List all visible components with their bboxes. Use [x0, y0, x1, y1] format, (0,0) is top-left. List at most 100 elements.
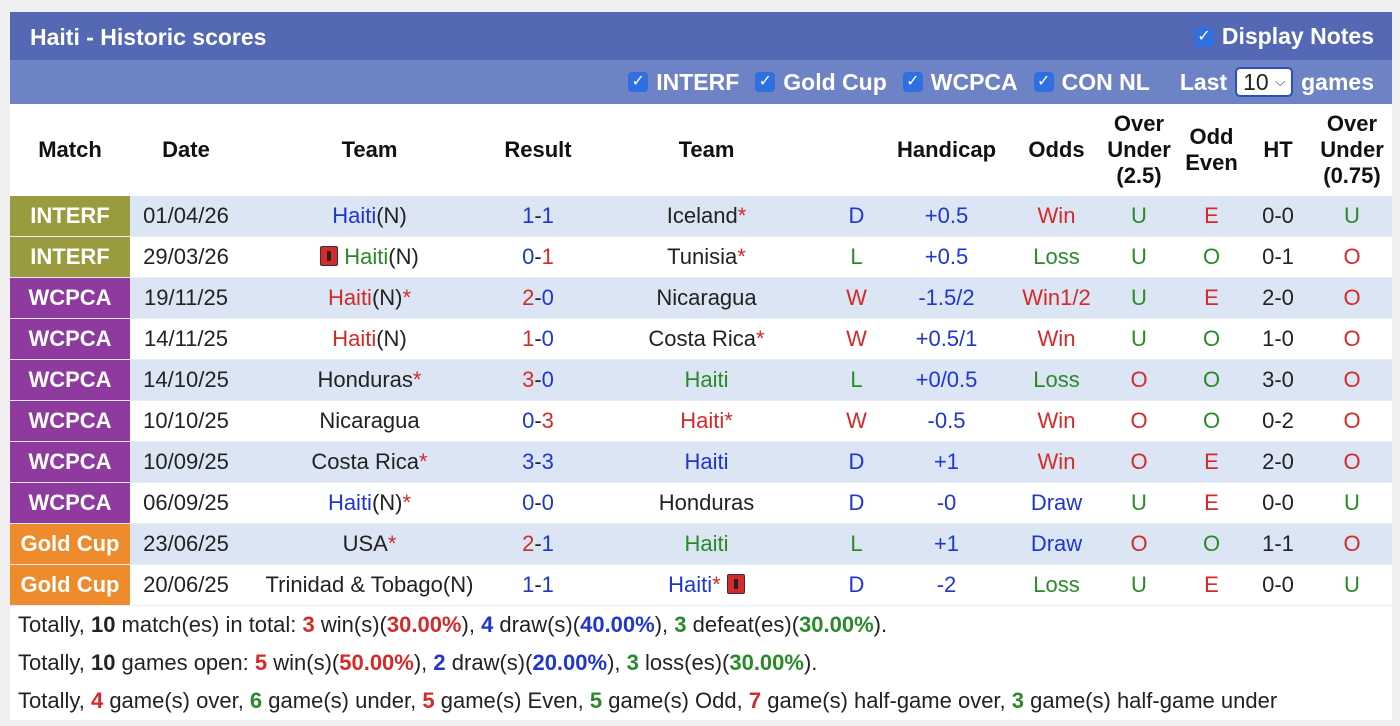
league-badge[interactable]: Gold Cup [10, 523, 130, 565]
handicap-value: +0.5/1 [879, 318, 1014, 360]
home-team-name[interactable]: Haiti [332, 326, 376, 351]
home-team-name[interactable]: USA [343, 531, 388, 556]
league-badge[interactable]: Gold Cup [10, 564, 130, 606]
away-team-cell[interactable]: Honduras [579, 482, 834, 524]
home-team-name[interactable]: Haiti [332, 203, 376, 228]
away-team-cell[interactable]: Nicaragua [579, 277, 834, 319]
away-team-cell[interactable]: Tunisia* [579, 236, 834, 278]
home-team-cell[interactable]: Haiti(N)* [242, 277, 497, 319]
league-badge[interactable]: INTERF [10, 196, 130, 237]
home-team-cell[interactable]: Honduras* [242, 359, 497, 401]
col-odds: Odds [1028, 137, 1085, 162]
match-result[interactable]: 2-1 [497, 523, 579, 565]
home-team-name[interactable]: Haiti [328, 490, 372, 515]
score-separator: - [534, 449, 542, 474]
home-team-cell[interactable]: Nicaragua [242, 400, 497, 442]
league-badge[interactable]: INTERF [10, 236, 130, 278]
away-team-cell[interactable]: Haiti* [579, 564, 834, 606]
league-badge[interactable]: WCPCA [10, 441, 130, 483]
display-notes-toggle[interactable]: ✓ Display Notes [1193, 23, 1374, 50]
score-separator: - [534, 285, 542, 310]
away-team-name[interactable]: Haiti [668, 572, 712, 597]
away-team-name[interactable]: Honduras [659, 490, 754, 515]
home-team-cell[interactable]: Haiti(N) [242, 236, 497, 278]
match-result[interactable]: 1-0 [497, 318, 579, 360]
checkbox-checked-icon[interactable]: ✓ [1033, 72, 1054, 92]
half-time-score: 0-0 [1244, 564, 1312, 606]
checkbox-checked-icon[interactable]: ✓ [755, 72, 776, 92]
home-team-name[interactable]: Haiti [328, 285, 372, 310]
match-result[interactable]: 3-3 [497, 441, 579, 483]
table-row: WCPCA 14/10/25 Honduras* 3-0 Haiti L +0/0.5 Los… [10, 359, 1392, 401]
match-result[interactable]: 0-3 [497, 400, 579, 442]
filter-con-nl[interactable]: ✓ CON NL [1033, 68, 1150, 96]
away-team-name[interactable]: Tunisia [667, 244, 737, 269]
away-team-name[interactable]: Iceland [667, 203, 738, 228]
league-badge[interactable]: WCPCA [10, 482, 130, 524]
match-result[interactable]: 0-1 [497, 236, 579, 278]
home-team-cell[interactable]: Costa Rica* [242, 441, 497, 483]
last-games-select[interactable]: 10 ⌵ [1235, 67, 1294, 97]
home-team-name[interactable]: Haiti [344, 244, 388, 269]
home-team-name[interactable]: Honduras [318, 367, 413, 392]
neutral-marker: (N) [442, 572, 474, 597]
away-team-name[interactable]: Haiti [684, 367, 728, 392]
filter-interf[interactable]: ✓ INTERF [628, 69, 739, 96]
odd-even-result: O [1179, 318, 1244, 360]
summary-segment: 30.00% [729, 650, 804, 675]
home-goals: 1 [522, 326, 535, 351]
summary-segment: game(s) over, [103, 688, 250, 713]
home-team-cell[interactable]: Haiti(N) [242, 318, 497, 360]
away-team-cell[interactable]: Costa Rica* [579, 318, 834, 360]
away-team-cell[interactable]: Haiti [579, 441, 834, 483]
odd-even-result: E [1179, 277, 1244, 319]
wdl-result: D [834, 196, 879, 237]
match-result[interactable]: 0-0 [497, 482, 579, 524]
summary-segment: game(s) under, [262, 688, 423, 713]
away-team-name[interactable]: Costa Rica [648, 326, 756, 351]
half-time-score: 1-1 [1244, 523, 1312, 565]
home-team-name[interactable]: Trinidad & Tobago [266, 572, 443, 597]
away-team-name[interactable]: Haiti [684, 449, 728, 474]
wdl-result: W [834, 277, 879, 319]
away-team-cell[interactable]: Iceland* [579, 196, 834, 237]
league-badge[interactable]: WCPCA [10, 400, 130, 442]
home-team-cell[interactable]: Haiti(N) [242, 196, 497, 237]
summary-segment: 5 [589, 688, 603, 713]
neutral-marker: (N) [376, 203, 407, 228]
odd-even-result: E [1179, 482, 1244, 524]
home-team-cell[interactable]: USA* [242, 523, 497, 565]
away-team-cell[interactable]: Haiti* [579, 400, 834, 442]
table-row: INTERF 01/04/26 Haiti(N) 1-1 Iceland* D +0.5 Wi… [10, 196, 1392, 237]
filter-label: CON NL [1061, 68, 1150, 95]
away-team-name[interactable]: Nicaragua [656, 285, 756, 310]
filter-wcpca[interactable]: ✓ WCPCA [902, 69, 1018, 96]
col-handicap: Handicap [896, 137, 997, 162]
col-result: Result [504, 137, 572, 162]
match-result[interactable]: 1-1 [497, 196, 579, 237]
league-badge[interactable]: WCPCA [10, 359, 130, 401]
home-team-name[interactable]: Costa Rica [311, 449, 419, 474]
away-team-name[interactable]: Haiti [680, 408, 724, 433]
over-under-075-result: O [1312, 318, 1392, 360]
match-result[interactable]: 3-0 [497, 359, 579, 401]
handicap-value: +0/0.5 [879, 359, 1014, 401]
summary-segment: 20.00% [532, 650, 608, 675]
league-badge[interactable]: WCPCA [10, 318, 130, 360]
home-team-cell[interactable]: Haiti(N)* [242, 482, 497, 524]
league-badge[interactable]: WCPCA [10, 277, 130, 319]
away-team-name[interactable]: Haiti [684, 531, 728, 556]
away-team-cell[interactable]: Haiti [579, 359, 834, 401]
filter-gold-cup[interactable]: ✓ Gold Cup [755, 69, 887, 96]
home-team-name[interactable]: Nicaragua [319, 408, 419, 433]
home-team-cell[interactable]: Trinidad & Tobago(N) [242, 564, 497, 606]
away-team-cell[interactable]: Haiti [579, 523, 834, 565]
match-result[interactable]: 1-1 [497, 564, 579, 606]
checkbox-checked-icon[interactable]: ✓ [628, 72, 649, 92]
match-result[interactable]: 2-0 [497, 277, 579, 319]
summary-segment: 6 [249, 688, 263, 713]
checkbox-checked-icon[interactable]: ✓ [902, 72, 923, 92]
half-time-score: 0-0 [1244, 196, 1312, 237]
star-icon: * [737, 244, 746, 269]
checkbox-checked-icon[interactable]: ✓ [1193, 26, 1214, 47]
